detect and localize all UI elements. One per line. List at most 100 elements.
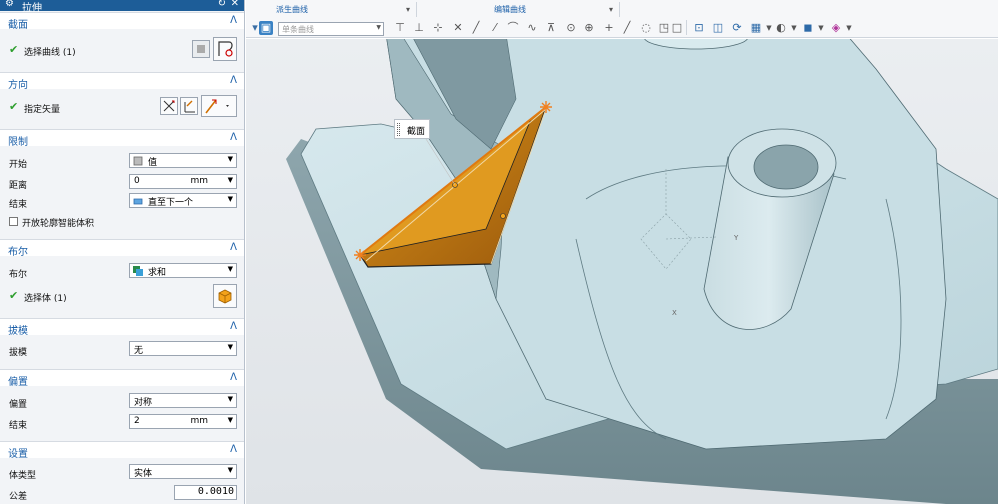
orient-view-icon[interactable]: ▦ <box>749 21 763 35</box>
collapse-icon[interactable]: ᐱ <box>230 444 237 455</box>
section-header-settings[interactable]: 设置 ᐱ <box>0 441 244 460</box>
offset-end-input[interactable]: 2 mm ▼ <box>129 414 237 429</box>
snap-none-icon[interactable]: □ <box>670 21 684 35</box>
chevron-down-icon[interactable]: ▼ <box>787 21 801 35</box>
chevron-down-icon: ▼ <box>227 343 233 351</box>
vector-dialog-button[interactable] <box>180 97 198 115</box>
sketch-section-button[interactable] <box>192 40 210 58</box>
vector-type-dropdown[interactable] <box>201 95 237 117</box>
section-header-boolean[interactable]: 布尔 ᐱ <box>0 239 244 258</box>
tolerance-input[interactable]: 0.0010 <box>174 485 237 500</box>
snap-center-icon[interactable]: ⊙ <box>564 21 578 35</box>
derived-curve-group[interactable]: 派生曲线 <box>276 4 308 15</box>
specify-vector-label[interactable]: 指定矢量 <box>24 102 60 115</box>
chevron-down-icon[interactable]: ▼ <box>228 176 233 184</box>
snap-point-icon[interactable]: ⊹ <box>431 21 445 35</box>
reverse-direction-button[interactable] <box>160 97 178 115</box>
render-style-icon[interactable]: ◐ <box>774 21 788 35</box>
curve-rule-select[interactable]: 单条曲线 ▼ <box>278 22 384 36</box>
snap-arc-icon[interactable]: ⌒ <box>506 21 520 35</box>
graphics-viewport[interactable]: Y X 截面 <box>246 39 998 504</box>
snap-perpendicular-icon[interactable]: ⊼ <box>544 21 558 35</box>
snap-tangent-icon[interactable]: ⁄ <box>488 21 502 35</box>
boolean-value: 求和 <box>148 268 167 278</box>
solid-body-icon <box>218 289 232 304</box>
section-title: 限制 <box>8 137 28 148</box>
gear-icon[interactable]: ⚙ <box>5 0 14 9</box>
extrude-dialog: ⚙ 拉伸 ↻ ✕ 截面 ᐱ ✔ 选择曲线 (1) 方向 ᐱ ✔ 指定矢量 限制 … <box>0 0 245 504</box>
chevron-down-icon[interactable]: ▾ <box>401 3 415 17</box>
rotate-icon[interactable]: ⟳ <box>730 21 744 35</box>
section-title: 拔模 <box>8 326 28 337</box>
collapse-icon[interactable]: ᐱ <box>230 242 237 253</box>
end-value: 直至下一个 <box>148 198 194 208</box>
check-icon: ✔ <box>9 100 19 113</box>
collapse-icon[interactable]: ᐱ <box>230 75 237 86</box>
chevron-down-icon[interactable]: ▾ <box>604 3 618 17</box>
offset-end-value: 2 <box>134 416 140 426</box>
end-select[interactable]: 直至下一个 ▼ <box>129 193 237 208</box>
zoom-icon[interactable]: ◫ <box>711 21 725 35</box>
body-type-label: 体类型 <box>9 471 37 481</box>
section-header-limits[interactable]: 限制 ᐱ <box>0 129 244 148</box>
reverse-direction-icon <box>163 100 175 112</box>
section-header-offset[interactable]: 偏置 ᐱ <box>0 369 244 388</box>
body-type-select[interactable]: 实体 ▼ <box>129 464 237 479</box>
select-curve-label[interactable]: 选择曲线 (1) <box>24 45 76 58</box>
curve-select-button[interactable] <box>213 37 237 61</box>
snap-existing-icon[interactable]: ╱ <box>620 21 634 35</box>
chevron-down-icon[interactable]: ▼ <box>842 21 856 35</box>
chevron-down-icon[interactable]: ▼ <box>814 21 828 35</box>
section-tooltip[interactable]: 截面 <box>394 119 430 139</box>
snap-spline-icon[interactable]: ∿ <box>525 21 539 35</box>
distance-input[interactable]: 0 mm ▼ <box>129 174 237 189</box>
snap-onface-icon[interactable]: ◌ <box>639 21 653 35</box>
model-canvas[interactable]: Y X <box>246 39 998 504</box>
collapse-icon[interactable]: ᐱ <box>230 321 237 332</box>
curve-toolbar: 派生曲线 ▾ 编辑曲线 ▾ ▾ ▣ 单条曲线 ▼ ⊤ ⊥ ⊹ ✕ ╱ ⁄ ⌒ ∿… <box>246 0 998 38</box>
snap-intersection-icon[interactable]: + <box>602 21 616 35</box>
drag-handle[interactable] <box>500 213 506 219</box>
snap-endpoint-icon[interactable]: ⊤ <box>393 21 407 35</box>
body-type-value: 实体 <box>134 469 153 479</box>
open-profile-checkbox[interactable] <box>9 217 18 226</box>
draft-select[interactable]: 无 ▼ <box>129 341 237 356</box>
snap-control-icon[interactable]: ✕ <box>451 21 465 35</box>
chevron-down-icon[interactable]: ▼ <box>228 416 233 424</box>
start-select[interactable]: 值 ▼ <box>129 153 237 168</box>
edit-curve-group[interactable]: 编辑曲线 <box>494 4 526 15</box>
snap-line-icon[interactable]: ╱ <box>469 21 483 35</box>
select-filter-icon[interactable]: ▣ <box>259 21 273 35</box>
collapse-icon[interactable]: ᐱ <box>230 132 237 143</box>
fit-view-icon[interactable]: ⊡ <box>692 21 706 35</box>
filter-visibility-icon[interactable]: ◈ <box>829 21 843 35</box>
collapse-icon[interactable]: ᐱ <box>230 372 237 383</box>
offset-select[interactable]: 对称 ▼ <box>129 393 237 408</box>
close-icon[interactable]: ✕ <box>231 0 239 9</box>
section-header-section[interactable]: 截面 ᐱ <box>0 12 244 31</box>
axis-y-label: Y <box>733 234 739 242</box>
boolean-label: 布尔 <box>9 270 28 280</box>
unite-icon <box>133 266 143 276</box>
view-cube-icon[interactable]: ◼ <box>801 21 815 35</box>
drag-grip-icon[interactable] <box>397 123 400 136</box>
start-label: 开始 <box>9 160 28 170</box>
boolean-select[interactable]: 求和 ▼ <box>129 263 237 278</box>
curve-icon <box>218 41 233 57</box>
section-header-direction[interactable]: 方向 ᐱ <box>0 72 244 91</box>
snap-bounded-icon[interactable]: ◳ <box>657 21 671 35</box>
snap-quadrant-icon[interactable]: ⊕ <box>582 21 596 35</box>
section-header-draft[interactable]: 拔模 ᐱ <box>0 318 244 337</box>
section-title: 方向 <box>8 80 28 91</box>
reset-icon[interactable]: ↻ <box>218 0 226 9</box>
toolbar-separator <box>619 2 620 17</box>
axis-x-label: X <box>672 309 677 317</box>
select-body-label[interactable]: 选择体 (1) <box>24 291 67 304</box>
inferred-vector-icon <box>205 99 229 114</box>
snap-midpoint-icon[interactable]: ⊥ <box>412 21 426 35</box>
chevron-down-icon: ▼ <box>227 466 233 474</box>
section-title: 布尔 <box>8 247 28 258</box>
collapse-icon[interactable]: ᐱ <box>230 15 237 26</box>
chevron-down-icon: ▼ <box>227 155 233 163</box>
select-body-button[interactable] <box>213 284 237 308</box>
